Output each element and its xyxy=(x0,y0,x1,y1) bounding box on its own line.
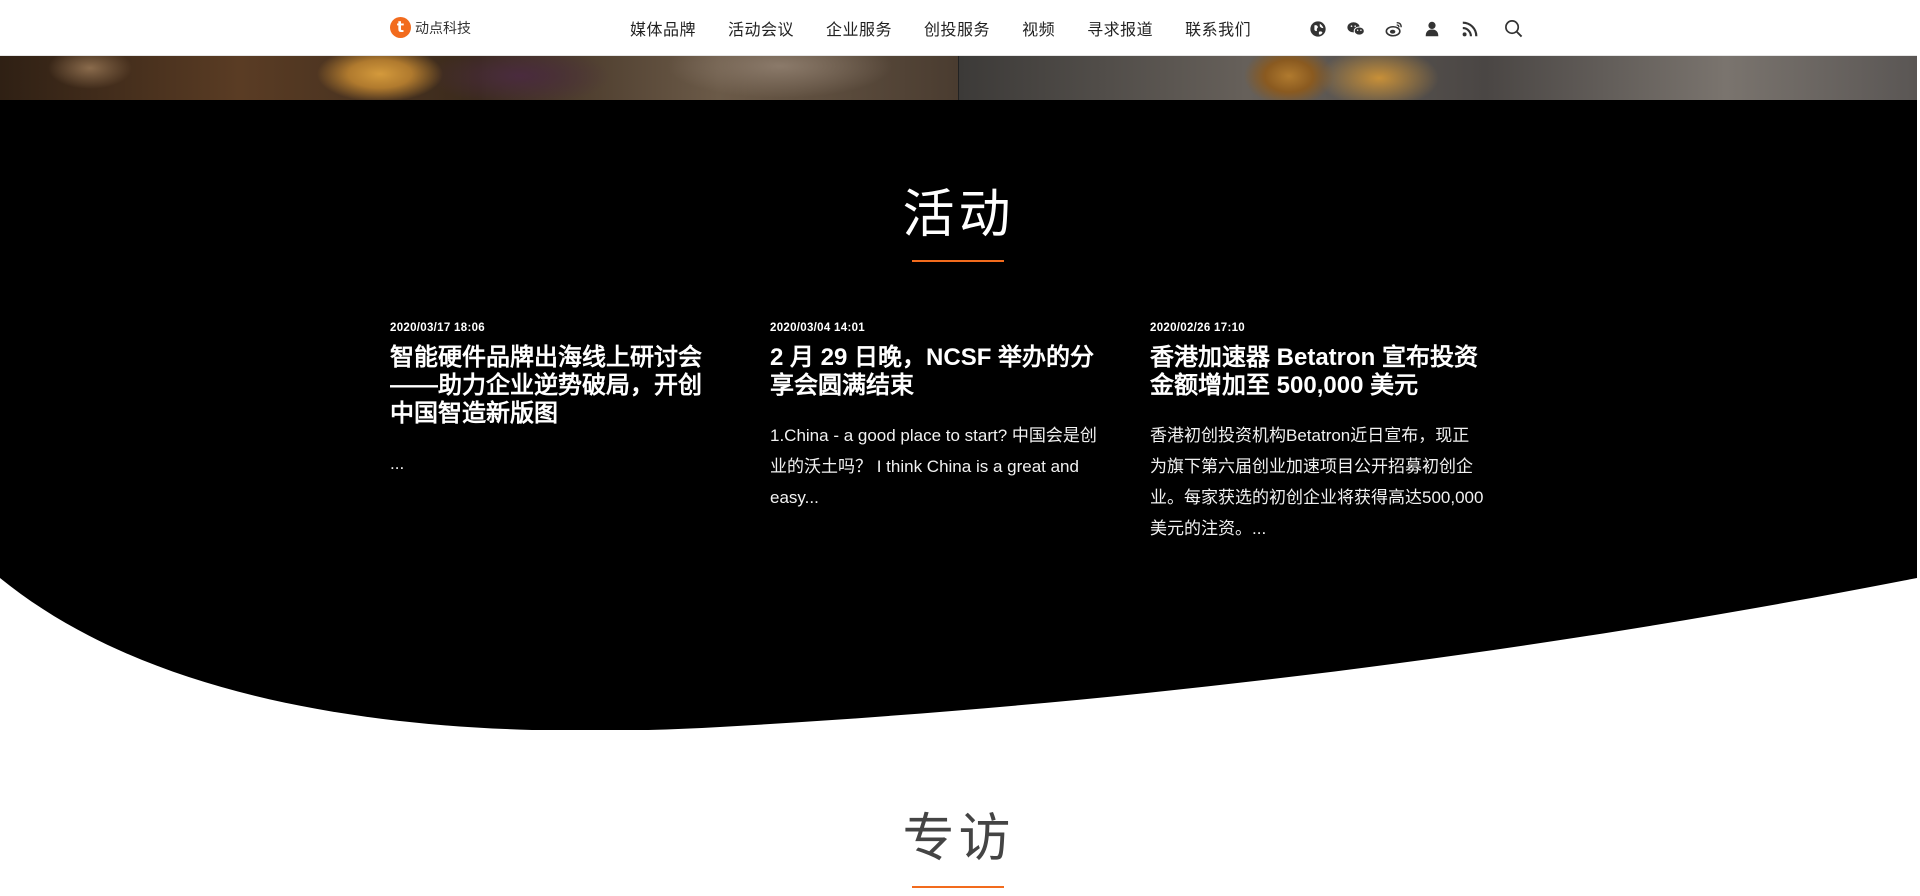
interviews-title-underline xyxy=(912,886,1004,888)
event-excerpt: ... xyxy=(390,454,405,473)
hero-image-right[interactable] xyxy=(958,56,1917,100)
nav-item-contact-us[interactable]: 联系我们 xyxy=(1185,16,1251,40)
wechat-icon[interactable] xyxy=(1346,19,1366,39)
events-section: 活动 2020/03/17 18:06 智能硬件品牌出海线上研讨会——助力企业逆… xyxy=(0,100,1917,730)
main-nav: 媒体品牌 活动会议 企业服务 创投服务 视频 寻求报道 联系我们 xyxy=(630,0,1283,56)
event-date: 2020/03/17 18:06 xyxy=(390,322,485,334)
search-icon[interactable] xyxy=(1504,19,1524,39)
event-title-link[interactable]: 智能硬件品牌出海线上研讨会——助力企业逆势破局，开创中国智造新版图 xyxy=(390,344,725,428)
hero-image-strip xyxy=(0,56,1917,100)
nav-item-events[interactable]: 活动会议 xyxy=(728,16,794,40)
nav-item-video[interactable]: 视频 xyxy=(1022,16,1055,40)
site-logo[interactable]: t 动点科技 xyxy=(390,17,471,38)
nav-item-vc-services[interactable]: 创投服务 xyxy=(924,16,990,40)
nav-item-get-featured[interactable]: 寻求报道 xyxy=(1087,16,1153,40)
event-date: 2020/02/26 17:10 xyxy=(1150,322,1245,334)
weibo-icon[interactable] xyxy=(1384,19,1404,39)
event-card[interactable]: 2020/03/17 18:06 智能硬件品牌出海线上研讨会——助力企业逆势破局… xyxy=(390,322,770,544)
event-date: 2020/03/04 14:01 xyxy=(770,322,865,334)
nav-item-enterprise-services[interactable]: 企业服务 xyxy=(826,16,892,40)
hero-image-left[interactable] xyxy=(0,56,958,100)
events-list: 2020/03/17 18:06 智能硬件品牌出海线上研讨会——助力企业逆势破局… xyxy=(390,322,1530,544)
event-title-link[interactable]: 香港加速器 Betatron 宣布投资金额增加至 500,000 美元 xyxy=(1150,344,1485,400)
event-card[interactable]: 2020/02/26 17:10 香港加速器 Betatron 宣布投资金额增加… xyxy=(1150,322,1530,544)
interviews-section-title: 专访 xyxy=(902,810,1015,868)
user-icon[interactable] xyxy=(1422,19,1442,39)
logo-mark: t xyxy=(390,17,411,38)
event-title-link[interactable]: 2 月 29 日晚，NCSF 举办的分享会圆满结束 xyxy=(770,344,1105,400)
rss-icon[interactable] xyxy=(1460,19,1480,39)
site-header: t 动点科技 媒体品牌 活动会议 企业服务 创投服务 视频 寻求报道 联系我们 xyxy=(0,0,1917,56)
social-icons xyxy=(1308,19,1498,39)
event-excerpt: 1.China - a good place to start? 中国会是创业的… xyxy=(770,426,1097,507)
nav-item-media-brands[interactable]: 媒体品牌 xyxy=(630,16,696,40)
events-section-title: 活动 xyxy=(902,186,1015,244)
event-excerpt: 香港初创投资机构Betatron近日宣布，现正为旗下第六届创业加速项目公开招募初… xyxy=(1150,426,1484,538)
logo-text: 动点科技 xyxy=(415,19,471,36)
events-title-underline xyxy=(912,260,1004,262)
globe-icon[interactable] xyxy=(1308,19,1328,39)
event-card[interactable]: 2020/03/04 14:01 2 月 29 日晚，NCSF 举办的分享会圆满… xyxy=(770,322,1150,544)
